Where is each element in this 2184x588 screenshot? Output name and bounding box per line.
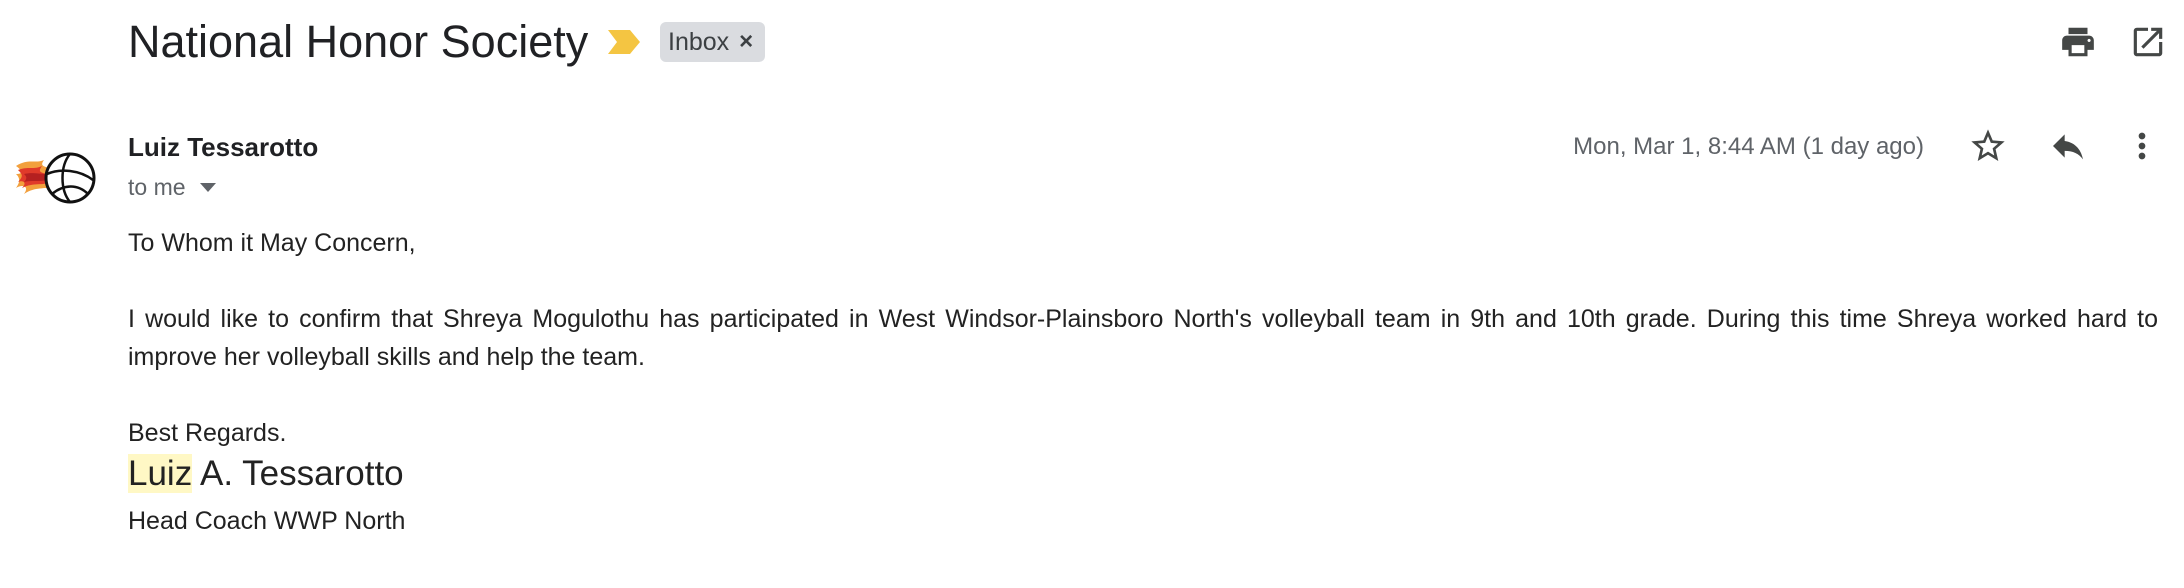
closing-text: Best Regards. — [128, 419, 287, 447]
inbox-label-chip: Inbox × — [660, 22, 766, 62]
email-subject: National Honor Society — [128, 16, 589, 67]
signature-name-rest: A. Tessarotto — [192, 454, 404, 493]
sender-name: Luiz Tessarotto — [128, 132, 319, 162]
print-icon[interactable] — [2056, 20, 2100, 64]
sender-avatar — [16, 152, 96, 204]
signature-title: Head Coach WWP North — [128, 507, 406, 535]
star-icon[interactable] — [1964, 122, 2012, 170]
reply-icon[interactable] — [2044, 122, 2092, 170]
signature-name: Luiz A. Tessarotto — [128, 452, 404, 496]
email-timestamp: Mon, Mar 1, 8:44 AM (1 day ago) — [1573, 133, 1924, 160]
body-paragraph: I would like to confirm that Shreya Mogu… — [128, 305, 2158, 371]
remove-label-icon[interactable]: × — [739, 28, 753, 56]
signature-name-highlight: Luiz — [128, 454, 193, 493]
open-in-new-window-icon[interactable] — [2126, 20, 2170, 64]
more-vertical-icon[interactable] — [2118, 122, 2166, 170]
recipient-details-toggle[interactable]: to me — [128, 172, 216, 202]
recipient-label: to me — [128, 174, 186, 200]
inbox-label-text: Inbox — [668, 27, 730, 56]
importance-marker-icon[interactable] — [606, 28, 642, 56]
greeting-text: To Whom it May Concern, — [128, 229, 416, 257]
chevron-down-icon[interactable] — [199, 182, 216, 192]
